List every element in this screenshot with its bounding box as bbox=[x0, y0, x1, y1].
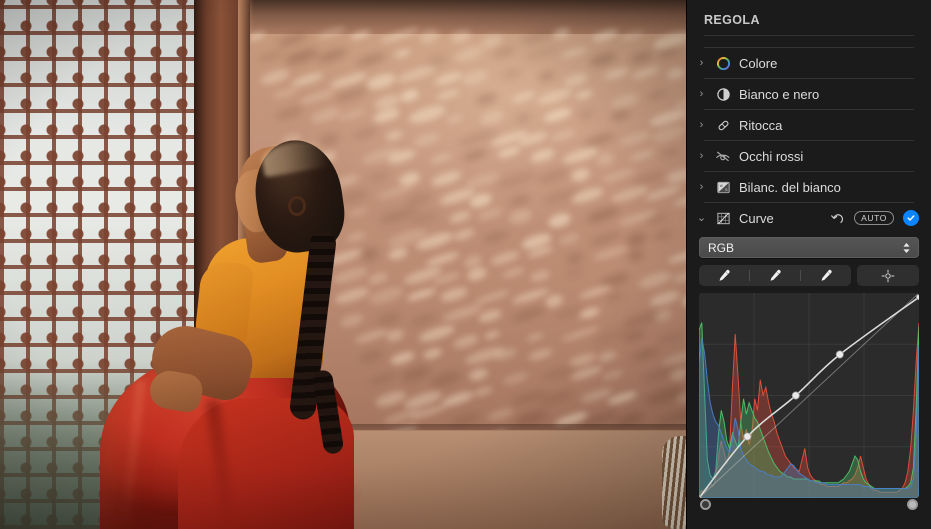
chevron-right-icon[interactable]: › bbox=[696, 58, 707, 69]
curve-control-point[interactable] bbox=[916, 295, 919, 300]
channel-select[interactable]: RGB bbox=[699, 237, 919, 258]
curve-control-point[interactable] bbox=[836, 351, 843, 358]
adjustment-row-ritocca[interactable]: › Ritocca bbox=[687, 110, 931, 140]
adjustment-label: Occhi rossi bbox=[739, 149, 919, 164]
adjustment-label: Ritocca bbox=[739, 118, 919, 133]
curve-enabled-toggle[interactable] bbox=[903, 210, 919, 226]
photo-editor-window: REGOLA › Colore › bbox=[0, 0, 931, 529]
panel-title: REGOLA bbox=[687, 0, 931, 35]
adjustment-row-bianco-e-nero[interactable]: › Bianco e nero bbox=[687, 79, 931, 109]
color-wheel-icon bbox=[714, 54, 732, 72]
adjustment-label: Bianco e nero bbox=[739, 87, 919, 102]
adjustment-row-curve[interactable]: ⌄ Curve AUTO bbox=[687, 203, 931, 233]
chevron-down-icon[interactable]: ⌄ bbox=[696, 213, 707, 224]
curve-control-point[interactable] bbox=[792, 392, 799, 399]
retouch-bandage-icon bbox=[714, 116, 732, 134]
photo-vignette bbox=[0, 0, 686, 529]
chevron-right-icon[interactable]: › bbox=[696, 89, 707, 100]
auto-button[interactable]: AUTO bbox=[854, 211, 894, 225]
photo-viewer[interactable] bbox=[0, 0, 686, 529]
reset-arrow-icon[interactable] bbox=[830, 211, 845, 226]
adjustment-label: Bilanc. del bianco bbox=[739, 180, 919, 195]
black-white-icon bbox=[714, 85, 732, 103]
chevron-right-icon[interactable]: › bbox=[696, 120, 707, 131]
red-eye-icon bbox=[714, 147, 732, 165]
adjustment-row-colore[interactable]: › Colore bbox=[687, 48, 931, 78]
adjustment-row-bilanciamento-bianco[interactable]: › W B Bilanc. del bianco bbox=[687, 172, 931, 202]
white-point-handle[interactable] bbox=[907, 499, 918, 510]
target-adjust-icon[interactable] bbox=[857, 265, 919, 286]
white-balance-icon: W B bbox=[714, 178, 732, 196]
chevron-updown-icon bbox=[902, 242, 911, 254]
range-handles bbox=[699, 497, 919, 515]
adjust-inspector-panel: REGOLA › Colore › bbox=[686, 0, 931, 529]
adjustment-label: Curve bbox=[739, 211, 823, 226]
eyedropper-group bbox=[699, 265, 851, 286]
tone-curve-graph[interactable] bbox=[699, 293, 919, 498]
gray-point-eyedropper-icon[interactable] bbox=[750, 265, 800, 286]
white-point-eyedropper-icon[interactable] bbox=[801, 265, 851, 286]
svg-text:W: W bbox=[719, 183, 722, 187]
black-point-handle[interactable] bbox=[700, 499, 711, 510]
channel-select-value: RGB bbox=[708, 241, 734, 255]
curve-graph-wrapper[interactable] bbox=[699, 293, 919, 498]
curve-controls: RGB bbox=[687, 233, 931, 515]
adjustment-label: Colore bbox=[739, 56, 919, 71]
black-point-eyedropper-icon[interactable] bbox=[699, 265, 749, 286]
curve-tool-row bbox=[699, 265, 919, 286]
chevron-right-icon[interactable]: › bbox=[696, 151, 707, 162]
chevron-right-icon[interactable]: › bbox=[696, 182, 707, 193]
checkmark-icon bbox=[906, 213, 916, 223]
curve-actions: AUTO bbox=[830, 210, 919, 226]
svg-text:B: B bbox=[725, 188, 727, 192]
photo-image bbox=[0, 0, 686, 529]
curve-control-point[interactable] bbox=[744, 433, 751, 440]
curves-grid-icon bbox=[714, 209, 732, 227]
adjustment-row-occhi-rossi[interactable]: › Occhi rossi bbox=[687, 141, 931, 171]
